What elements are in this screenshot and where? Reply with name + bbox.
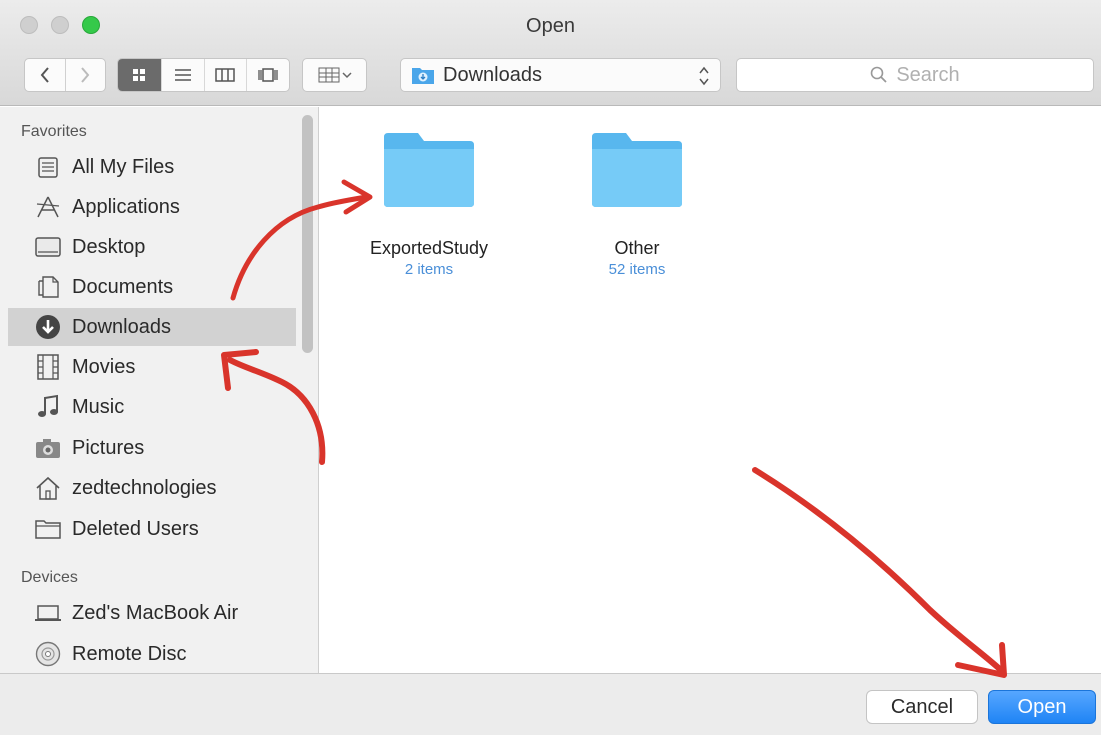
applications-icon (34, 193, 62, 221)
search-placeholder: Search (896, 63, 960, 86)
icon-view-button[interactable] (118, 59, 161, 91)
back-forward-group (24, 58, 106, 92)
downloads-folder-icon (412, 68, 434, 84)
all-files-icon (34, 153, 62, 181)
laptop-icon (34, 599, 62, 627)
search-icon (871, 66, 887, 83)
location-label: Downloads (443, 63, 542, 86)
documents-icon (34, 273, 62, 301)
sidebar-scrollbar[interactable] (302, 115, 313, 353)
sidebar-item-desktop[interactable]: Desktop (8, 228, 296, 266)
chevron-right-icon (81, 67, 90, 83)
sidebar-item-documents[interactable]: Documents (8, 268, 296, 306)
coverflow-view-button[interactable] (246, 59, 289, 91)
sidebar-item-deleted-users[interactable]: Deleted Users (8, 510, 296, 548)
disc-icon (34, 640, 62, 668)
folder-icon (34, 515, 62, 543)
sidebar-item-label: Desktop (72, 235, 146, 258)
sidebar-item-pictures[interactable]: Pictures (8, 429, 296, 467)
icon-view-icon (133, 69, 146, 81)
view-mode-group (117, 58, 290, 92)
folder-item-other[interactable]: Other 52 items (542, 131, 732, 278)
folder-item-count: 2 items (404, 261, 454, 278)
devices-heading: Devices (21, 569, 78, 586)
dialog-footer: Cancel Open (0, 673, 1101, 735)
window-title: Open (526, 15, 575, 37)
music-icon (34, 393, 62, 421)
pictures-icon (34, 434, 62, 462)
sidebar-item-zedtechnologies[interactable]: zedtechnologies (8, 469, 296, 507)
updown-chevron-icon (699, 66, 709, 86)
sidebar-item-label: Downloads (72, 315, 171, 338)
sidebar-item-label: Pictures (72, 436, 145, 459)
search-input[interactable]: Search (736, 58, 1094, 92)
sidebar-item-label: Documents (72, 275, 174, 298)
favorites-heading: Favorites (21, 123, 87, 140)
sidebar-item-all-my-files[interactable]: All My Files (8, 148, 296, 186)
open-dialog: Open Downloads Search Favorites All My F… (0, 0, 1101, 735)
folder-icon (592, 133, 682, 207)
downloads-icon (34, 313, 62, 341)
sidebar: Favorites All My Files Applications Desk… (0, 107, 319, 673)
back-button[interactable] (25, 59, 65, 91)
sidebar-item-remote-disc[interactable]: Remote Disc (8, 635, 296, 673)
sidebar-item-label: Remote Disc (72, 642, 187, 665)
folder-name: ExportedStudy (369, 238, 489, 258)
sidebar-item-label: Deleted Users (72, 517, 199, 540)
sidebar-item-downloads[interactable]: Downloads (8, 308, 296, 346)
folder-name: Other (614, 238, 660, 258)
column-view-button[interactable] (203, 59, 247, 91)
location-popup[interactable]: Downloads (400, 58, 721, 92)
sidebar-item-label: Movies (72, 355, 136, 378)
chevron-left-icon (40, 67, 49, 83)
sidebar-item-macbook-air[interactable]: Zed's MacBook Air (8, 594, 296, 632)
forward-button[interactable] (64, 59, 105, 91)
file-browser: ExportedStudy 2 items Other 52 items (320, 107, 1101, 673)
arrange-grid-icon (318, 67, 352, 83)
sidebar-item-music[interactable]: Music (8, 388, 296, 426)
folder-item-exportedstudy[interactable]: ExportedStudy 2 items (334, 131, 524, 278)
sidebar-item-label: Applications (72, 195, 180, 218)
column-view-icon (215, 68, 236, 82)
list-view-icon (174, 69, 191, 81)
title-bar: Open Downloads Search (0, 0, 1101, 106)
movies-icon (34, 353, 62, 381)
sidebar-item-label: All My Files (72, 155, 175, 178)
home-icon (34, 474, 62, 502)
sidebar-item-label: Music (72, 395, 125, 418)
folder-item-count: 52 items (608, 261, 666, 278)
sidebar-item-label: Zed's MacBook Air (72, 601, 239, 624)
desktop-icon (34, 233, 62, 261)
list-view-button[interactable] (160, 59, 204, 91)
arrange-button[interactable] (302, 58, 367, 92)
folder-icon (384, 133, 474, 207)
sidebar-item-label: zedtechnologies (72, 476, 217, 499)
open-button[interactable]: Open (988, 690, 1096, 724)
sidebar-item-applications[interactable]: Applications (8, 188, 296, 226)
cancel-button[interactable]: Cancel (866, 690, 978, 724)
sidebar-item-movies[interactable]: Movies (8, 348, 296, 386)
coverflow-view-icon (258, 68, 278, 82)
